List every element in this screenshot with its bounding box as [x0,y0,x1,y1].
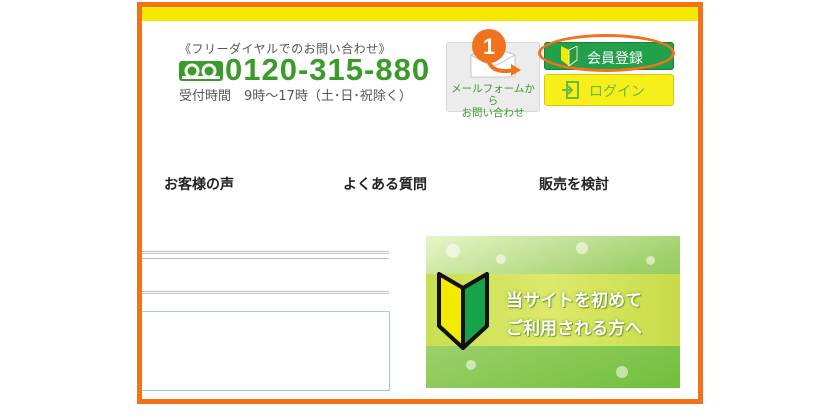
nav-customer-voice[interactable]: お客様の声 [164,174,234,194]
nav-consider-selling[interactable]: 販売を検討 [539,174,609,194]
divider [142,258,389,259]
first-time-visitor-banner[interactable]: 当サイトを初めて ご利用される方へ [426,236,680,388]
free-dial-icon [179,61,223,81]
login-label: ログイン [589,84,645,100]
divider [142,291,389,294]
register-highlight-ring [538,34,675,72]
phone-number[interactable]: 0120-315-880 [225,52,430,88]
login-icon [562,81,579,99]
banner-text-line-2: ご利用される方へ [506,319,642,339]
banner-text-line-1: 当サイトを初めて [506,291,642,311]
top-color-bar [142,7,698,21]
highlight-frame: 《フリーダイヤルでのお問い合わせ》 0120-315-880 受付時間 9時～1… [137,2,703,404]
content-box [142,311,390,391]
step-1-arrow-badge: 1 [472,29,521,76]
business-hours: 受付時間 9時～17時（土･日･祝除く） [179,89,412,104]
step-number: 1 [483,34,495,59]
divider [142,251,389,254]
nav-faq[interactable]: よくある質問 [343,174,427,194]
mail-form-label-1: メールフォームから [451,83,535,107]
login-button[interactable]: ログイン [544,74,674,106]
mail-form-label-2: お問い合わせ [461,107,525,119]
beginner-mark-icon [437,272,489,350]
